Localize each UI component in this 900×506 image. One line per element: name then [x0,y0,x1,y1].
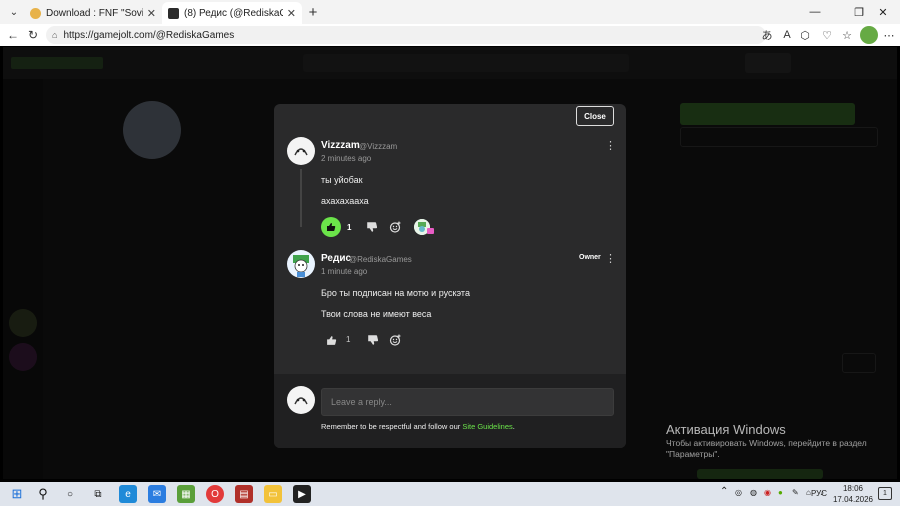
comment-line: Твои слова не имеют веса [321,309,432,319]
tab-download[interactable]: Download : FNF "Soviet Cartoons" ✕ [24,2,162,24]
start-windows-icon[interactable]: ⊞ [8,485,26,503]
tab-favicon-icon [168,7,179,19]
minimize-icon[interactable]: — [798,0,832,24]
thumbs-up-icon[interactable] [326,333,337,351]
tray-app-icon[interactable]: ◍ [750,488,757,497]
comment-author-name[interactable]: Редис [321,253,351,264]
comment-timestamp[interactable]: 1 minute ago [321,267,367,276]
read-aloud-icon[interactable]: A [778,26,796,44]
search-icon[interactable]: ⚲ [34,485,52,503]
comment-author-handle[interactable]: @RediskaGames [349,255,412,264]
guidelines-end: . [512,422,515,431]
media-player-icon[interactable]: ▶ [293,485,311,503]
edge-browser-icon[interactable]: e [119,485,137,503]
comment-options-icon[interactable]: ⋮ [605,141,616,152]
close-tab-icon[interactable]: ✕ [147,7,156,20]
comment-line: ахахахааха [321,196,369,206]
cortana-icon[interactable]: ○ [61,485,79,503]
current-user-avatar [287,386,315,414]
reaction-badge-icon [427,228,434,234]
mail-icon[interactable]: ✉ [148,485,166,503]
tab-title: (8) Редис (@RediskaGames) - Gam [184,7,283,19]
add-reaction-icon[interactable] [389,220,401,238]
new-tab-button[interactable]: + [302,4,324,21]
back-arrow-icon[interactable]: ← [2,24,24,46]
clock-time[interactable]: 18:06 [838,484,868,493]
extensions-icon[interactable]: ⬡ [796,26,814,44]
comment-thread-modal: Close Vizzzam @Vizzzam 2 minutes ago ⋮ т… [274,104,626,448]
translate-icon[interactable]: あ [758,26,776,44]
site-guidelines-link[interactable]: Site Guidelines [462,422,512,431]
tray-app-icon[interactable]: ● [778,488,783,497]
tray-chevron-icon[interactable]: ⌃ [720,486,728,497]
clock-date[interactable]: 17.04.2026 [832,495,874,504]
tray-app-icon[interactable]: ◉ [764,488,771,497]
avatar[interactable] [287,137,315,165]
close-window-icon[interactable]: ✕ [866,0,900,24]
favorites-icon[interactable]: ☆ [838,26,856,44]
avatar[interactable] [287,250,315,278]
comment-author-handle[interactable]: @Vizzzam [359,142,397,151]
notifications-icon[interactable]: 1 [878,487,892,500]
browser-essentials-icon[interactable]: ♡ [818,26,836,44]
comment-line: ты уйобак [321,175,363,185]
opera-icon[interactable]: O [206,485,224,503]
windows-taskbar: ⊞ ⚲ ○ ⧉ e ✉ ▦ O ▤ ▭ ▶ ⌃ ◎ ◍ ◉ ● ✎ ⌂ ♪ РУ… [0,482,900,506]
thumbs-down-icon[interactable] [366,220,378,238]
activation-watermark-title: Активация Windows [666,422,786,437]
comment-timestamp[interactable]: 2 minutes ago [321,154,371,163]
comment-line: Бро ты подписан на мотю и рускэта [321,288,470,298]
profile-avatar[interactable] [860,26,878,44]
owner-badge: Owner [579,254,601,261]
like-count: 1 [347,223,352,232]
reply-footer: Remember to be respectful and follow our… [274,374,626,448]
file-explorer-icon[interactable]: ▭ [264,485,282,503]
pen-icon[interactable]: ✎ [792,488,799,497]
tray-app-icon[interactable]: ◎ [735,488,742,497]
like-count: 1 [346,335,351,344]
browser-tab-bar: ⌄ Download : FNF "Soviet Cartoons" ✕ (8)… [0,0,900,24]
tab-menu-chevron-icon[interactable]: ⌄ [4,2,24,22]
task-view-icon[interactable]: ⧉ [89,485,107,503]
like-button[interactable] [321,217,341,237]
url-field[interactable]: ⌂ https://gamejolt.com/@RediskaGames [46,26,766,44]
refresh-icon[interactable]: ↻ [22,24,44,46]
input-language[interactable]: РУС [811,489,827,498]
reply-input[interactable] [321,388,614,416]
close-button[interactable]: Close [576,106,614,126]
comment-author-name[interactable]: Vizzzam [321,140,360,151]
thread-line [300,169,302,227]
guidelines-note: Remember to be respectful and follow our… [321,422,515,431]
url-text: https://gamejolt.com/@RediskaGames [63,29,235,41]
winrar-icon[interactable]: ▤ [235,485,253,503]
guidelines-text: Remember to be respectful and follow our [321,422,463,431]
thumbs-up-icon [327,223,336,231]
settings-more-icon[interactable]: ⋯ [880,26,898,44]
activation-watermark-body: Чтобы активировать Windows, перейдите в … [666,438,867,459]
close-tab-icon[interactable]: ✕ [287,7,296,20]
tab-gamejolt[interactable]: (8) Редис (@RediskaGames) - Gam ✕ [162,2,302,24]
thumbs-down-icon[interactable] [367,333,379,351]
tab-favicon-icon [30,7,41,19]
store-icon[interactable]: ▦ [177,485,195,503]
comment-options-icon[interactable]: ⋮ [605,254,616,265]
site-info-icon[interactable]: ⌂ [52,30,57,40]
tab-title: Download : FNF "Soviet Cartoons" [46,7,143,19]
add-reaction-icon[interactable] [389,333,401,351]
